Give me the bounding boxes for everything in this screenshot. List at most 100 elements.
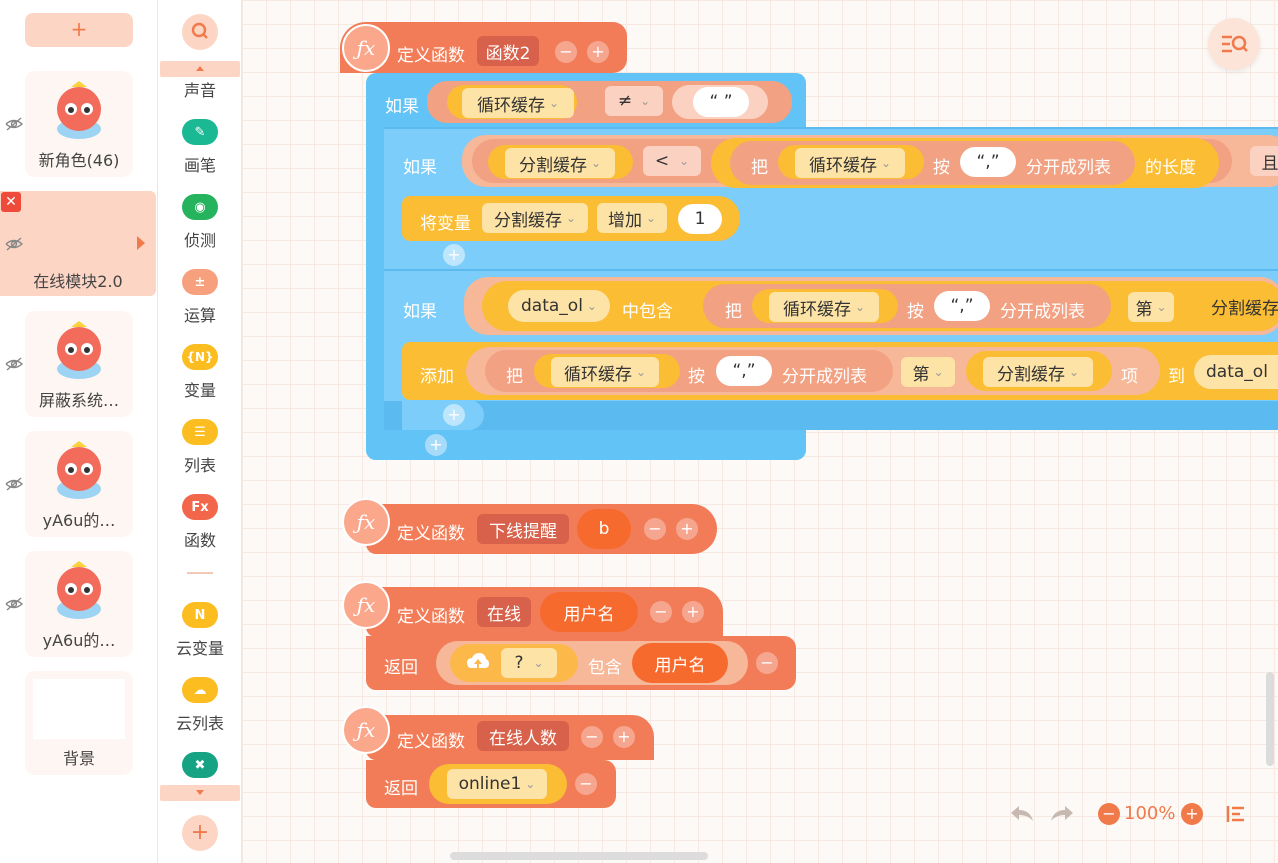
category-sound[interactable]: 声音 (158, 77, 242, 101)
add-param-button[interactable]: + (587, 41, 609, 63)
index-mode-dropdown[interactable]: 第 ⌄ (901, 357, 955, 387)
remove-param-button[interactable]: − (650, 601, 672, 623)
category-operators[interactable]: ± 运算 (158, 269, 242, 326)
category-cloud-lists[interactable]: ☁ 云列表 (158, 677, 242, 734)
add-statement-button[interactable]: + (425, 434, 447, 456)
undo-icon[interactable] (1008, 802, 1036, 824)
cloud-list-icon: ☁ (182, 677, 218, 703)
variable-dropdown[interactable]: 循环缓存 ⌄ (462, 88, 574, 118)
sprite-card[interactable]: yA6u的… (25, 551, 133, 657)
category-cloud-variables[interactable]: N 云变量 (158, 602, 242, 659)
variable-name: 分割缓存 (996, 364, 1065, 385)
function-name[interactable]: 在线人数 (477, 721, 569, 751)
ba-keyword: 把 (725, 302, 742, 322)
stage-card[interactable]: 背景 (25, 671, 133, 775)
variable-dropdown[interactable]: online1 ⌄ (447, 769, 547, 799)
sensing-icon: ◉ (182, 194, 218, 220)
horizontal-scrollbar[interactable] (450, 852, 708, 860)
list-name: data_ol (1206, 362, 1268, 382)
search-button[interactable] (182, 14, 218, 50)
sprite-card[interactable]: yA6u的… (25, 431, 133, 537)
hidden-eye-icon[interactable] (5, 357, 23, 371)
variable-dropdown[interactable]: 循环缓存 ⌄ (769, 292, 879, 322)
string-input[interactable]: “ ” (693, 87, 749, 117)
variable-dropdown[interactable]: 循环缓存 ⌄ (551, 357, 659, 387)
hidden-eye-icon[interactable] (5, 237, 23, 251)
scroll-up-button[interactable] (160, 61, 240, 77)
add-param-button[interactable]: + (682, 601, 704, 623)
scroll-down-button[interactable] (160, 785, 240, 801)
category-pen[interactable]: ✎ 画笔 (158, 119, 242, 176)
redo-icon[interactable] (1048, 802, 1076, 824)
operator-dropdown[interactable]: ≠ ⌄ (605, 86, 663, 116)
ba-keyword: 把 (751, 158, 768, 178)
index-mode-dropdown[interactable]: 第 ⌄ (1128, 292, 1174, 322)
separator-input[interactable]: “,” (960, 147, 1016, 177)
mode-dropdown[interactable]: 增加 ⌄ (597, 203, 667, 233)
caret-up-icon (196, 66, 204, 71)
sprite-card[interactable]: 新角色(46) (25, 71, 133, 177)
return-keyword: 返回 (384, 658, 418, 678)
add-keyword: 添加 (420, 367, 454, 387)
add-param-button[interactable]: + (676, 518, 698, 540)
category-label: 变量 (183, 381, 216, 400)
length-keyword: 的长度 (1145, 158, 1196, 178)
hidden-eye-icon[interactable] (5, 477, 23, 491)
remove-param-button[interactable]: − (575, 773, 597, 795)
cloud-variable-dropdown[interactable]: ? ⌄ (501, 648, 557, 678)
category-sensing[interactable]: ◉ 侦测 (158, 194, 242, 251)
variable-name: 分割缓存 (518, 155, 587, 176)
add-param-button[interactable]: + (613, 726, 635, 748)
param-reporter[interactable]: 用户名 (540, 592, 638, 632)
param-reporter[interactable]: b (577, 509, 631, 549)
category-lists[interactable]: ☰ 列表 (158, 419, 242, 476)
add-sprite-button[interactable]: + (25, 13, 133, 47)
function-name[interactable]: 下线提醒 (477, 514, 569, 544)
zoom-in-button[interactable]: + (1181, 803, 1203, 825)
variable-dropdown[interactable]: 循环缓存 ⌄ (795, 148, 905, 178)
list-icon: ☰ (182, 419, 218, 445)
add-statement-button[interactable]: + (443, 404, 465, 426)
category-extensions[interactable]: ✖ (158, 752, 242, 778)
variable-dropdown[interactable]: 分割缓存 ⌄ (505, 148, 615, 178)
add-block-slot[interactable] (366, 430, 466, 460)
hidden-eye-icon[interactable] (5, 597, 23, 611)
fx-icon: ƒx (342, 24, 390, 72)
delete-sprite-icon[interactable]: ✕ (1, 192, 21, 212)
value-input[interactable]: 1 (678, 204, 722, 234)
block-search-button[interactable] (1208, 18, 1260, 70)
list-dropdown[interactable]: data_ol (1194, 355, 1278, 389)
mode-label: 增加 (607, 210, 642, 231)
operator-label: < (654, 151, 670, 171)
function-name[interactable]: 函数2 (477, 36, 539, 66)
sprite-thumbnail (57, 321, 101, 379)
function-name[interactable]: 在线 (477, 597, 531, 627)
separator-input[interactable]: “,” (716, 356, 772, 386)
category-functions[interactable]: Fx 函数 (158, 494, 242, 551)
category-label: 侦测 (183, 231, 216, 250)
sprite-card[interactable]: 屏蔽系统… (25, 311, 133, 417)
variable-dropdown[interactable]: 分割缓存 ⌄ (983, 357, 1093, 387)
remove-param-button[interactable]: − (644, 518, 666, 540)
add-statement-button[interactable]: + (443, 244, 465, 266)
list-dropdown[interactable]: data_ol ⌄ (508, 290, 610, 322)
define-keyword: 定义函数 (397, 607, 465, 627)
sprite-card-selected[interactable]: ✕ 在线模块2.0 (0, 191, 156, 296)
variable-dropdown[interactable]: 分割缓存 ⌄ (482, 203, 588, 233)
variable-reporter[interactable]: 分割缓存 (1185, 288, 1278, 324)
zoom-out-button[interactable]: − (1098, 803, 1120, 825)
add-extension-button[interactable]: + (182, 815, 218, 851)
remove-param-button[interactable]: − (581, 726, 603, 748)
operator-dropdown[interactable]: < ⌄ (643, 146, 701, 176)
category-label: 运算 (183, 306, 216, 325)
expand-arrow-icon[interactable] (137, 236, 145, 250)
remove-param-button[interactable]: − (756, 652, 778, 674)
param-reporter[interactable]: 用户名 (632, 643, 728, 683)
code-workspace[interactable]: 如果 ƒx 定义函数 函数2 − + 循环缓存 ⌄ ≠ ⌄ “ ” 如果 分割缓存 ⌄… (242, 0, 1278, 863)
separator-input[interactable]: “,” (934, 291, 990, 321)
hidden-eye-icon[interactable] (5, 117, 23, 131)
align-blocks-icon[interactable] (1225, 803, 1247, 825)
remove-param-button[interactable]: − (555, 41, 577, 63)
category-variables[interactable]: {N} 变量 (158, 344, 242, 401)
vertical-scrollbar[interactable] (1266, 672, 1274, 766)
